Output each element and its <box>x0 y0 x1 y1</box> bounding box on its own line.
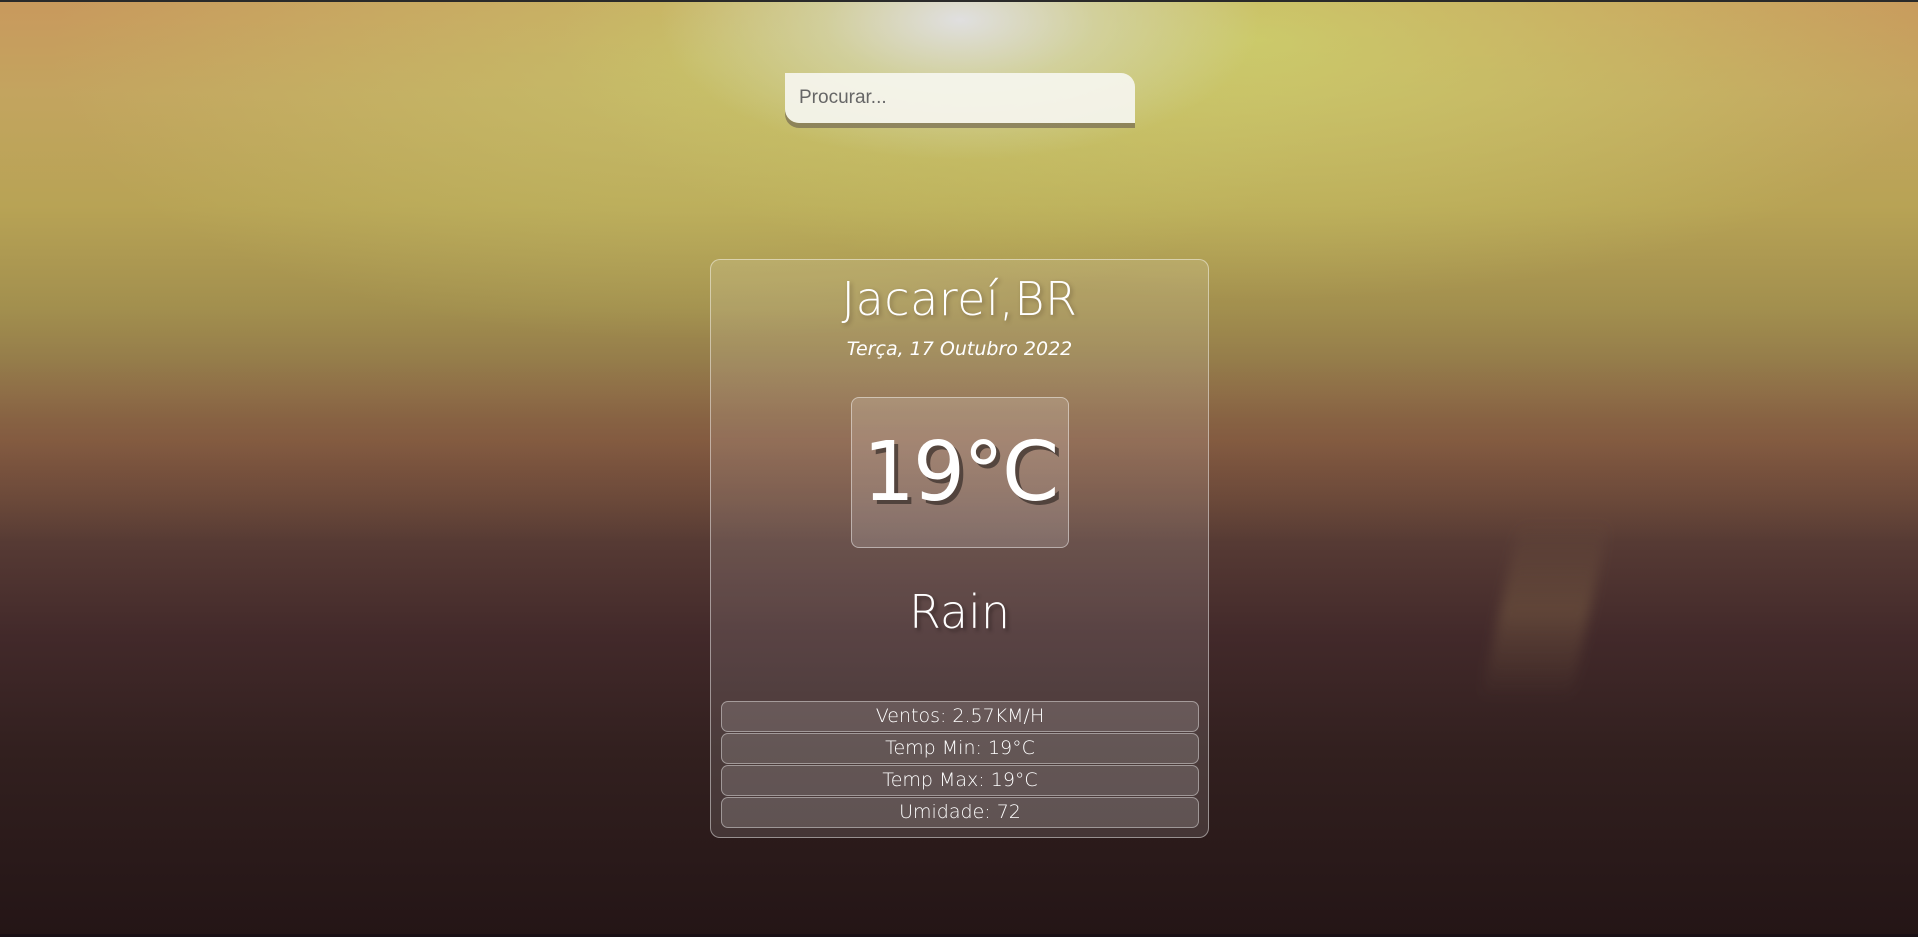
window-top-border <box>0 0 1918 2</box>
detail-temp-min: Temp Min: 19°C <box>721 733 1199 764</box>
current-date: Terça, 17 Outubro 2022 <box>846 338 1073 360</box>
search-input[interactable] <box>785 73 1135 123</box>
detail-temp-max: Temp Max: 19°C <box>721 765 1199 796</box>
detail-wind: Ventos: 2.57KM/H <box>721 701 1199 732</box>
weather-details: Ventos: 2.57KM/H Temp Min: 19°C Temp Max… <box>721 701 1199 829</box>
detail-humidity: Umidade: 72 <box>721 797 1199 828</box>
temperature-box: 19°C <box>851 397 1069 548</box>
location-title: Jacareí,BR <box>841 272 1078 326</box>
weather-condition: Rain <box>908 585 1011 639</box>
weather-card: Jacareí,BR Terça, 17 Outubro 2022 19°C R… <box>710 259 1209 838</box>
search-box <box>785 73 1135 123</box>
background-sea-reflection <box>1480 520 1610 700</box>
temperature-value: 19°C <box>862 425 1060 520</box>
